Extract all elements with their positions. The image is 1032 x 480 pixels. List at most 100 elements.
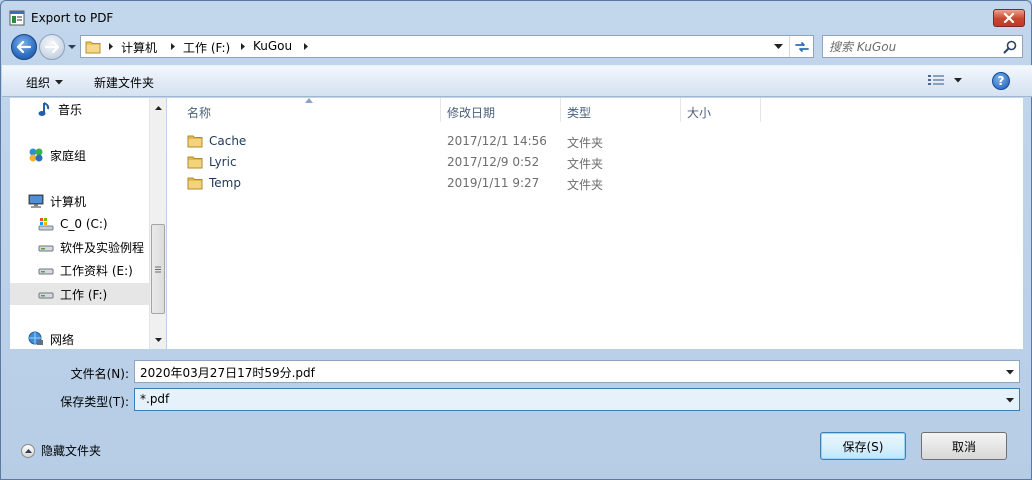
file-name-cell: Lyric: [187, 155, 237, 169]
close-icon: [1003, 13, 1015, 23]
breadcrumb-drive-f[interactable]: 工作 (F:): [183, 39, 230, 56]
window-title: Export to PDF: [31, 11, 114, 25]
cancel-button[interactable]: 取消: [921, 432, 1007, 460]
folder-icon: [187, 177, 203, 190]
nav-item-drive-f[interactable]: 工作 (F:): [10, 283, 150, 305]
file-name: Temp: [209, 176, 241, 190]
music-icon: [38, 102, 50, 116]
save-button[interactable]: 保存(S): [820, 432, 906, 460]
help-button[interactable]: ?: [992, 72, 1010, 90]
computer-icon: [28, 194, 44, 208]
folder-icon: [187, 156, 203, 169]
refresh-icon: [794, 41, 809, 52]
refresh-button[interactable]: [789, 36, 813, 57]
filename-value[interactable]: 2020年03月27日17时59分.pdf: [140, 364, 315, 381]
scroll-up-button[interactable]: [150, 100, 166, 116]
chevron-right-icon[interactable]: [303, 42, 309, 51]
file-date: 2019/1/11 9:27: [447, 176, 540, 190]
details-view-icon: [928, 75, 944, 85]
folder-icon: [187, 135, 203, 148]
back-button[interactable]: [11, 34, 37, 60]
nav-item-label: 音乐: [58, 102, 83, 117]
nav-item-drive-c[interactable]: C_0 (C:): [38, 215, 108, 233]
file-list: 名称 修改日期 类型 大小 Cache 2017/12/1 14:56 文件夹 …: [167, 98, 1023, 349]
nav-item-label: C_0 (C:): [60, 217, 108, 231]
file-name: Lyric: [209, 155, 237, 169]
breadcrumb-computer[interactable]: 计算机: [121, 39, 157, 56]
chevron-right-icon[interactable]: [170, 42, 176, 51]
nav-item-homegroup[interactable]: 家庭组: [28, 146, 86, 164]
folder-icon: [85, 41, 101, 54]
filetype-value[interactable]: *.pdf: [140, 392, 169, 406]
chevron-down-icon[interactable]: [1006, 398, 1014, 403]
hide-folders-toggle[interactable]: 隐藏文件夹: [21, 442, 101, 459]
file-date: 2017/12/9 0:52: [447, 155, 540, 169]
nav-item-label: 家庭组: [50, 148, 87, 163]
navigation-pane: 音乐 家庭组 计算机 C_0 (C:) 软件及实验例程 工作资料 (E:) 工作…: [10, 98, 150, 349]
file-row[interactable]: Cache 2017/12/1 14:56 文件夹: [167, 131, 787, 151]
change-view-button[interactable]: [928, 74, 962, 86]
nav-item-computer[interactable]: 计算机: [28, 192, 86, 210]
breadcrumb-kugou[interactable]: KuGou: [253, 39, 292, 53]
filename-label: 文件名(N):: [70, 367, 129, 381]
new-folder-button[interactable]: 新建文件夹: [94, 74, 154, 91]
file-name-cell: Cache: [187, 134, 246, 148]
column-header-size[interactable]: 大小: [681, 98, 761, 122]
help-icon: ?: [997, 74, 1005, 88]
nav-item-label: 软件及实验例程: [60, 240, 145, 255]
hide-folders-label: 隐藏文件夹: [41, 444, 102, 458]
drive-icon: [38, 245, 54, 252]
address-dropdown-icon[interactable]: [774, 44, 783, 50]
scroll-thumb[interactable]: [151, 224, 165, 314]
drive-icon: [38, 292, 54, 299]
address-bar[interactable]: 计算机 工作 (F:) KuGou: [80, 35, 814, 58]
file-name: Cache: [209, 134, 247, 148]
file-type: 文件夹: [567, 136, 604, 150]
title-bar: Export to PDF: [1, 1, 1031, 35]
nav-item-music[interactable]: 音乐: [38, 100, 82, 118]
search-input[interactable]: [829, 38, 999, 55]
drive-icon: [38, 268, 54, 275]
filename-combobox[interactable]: 2020年03月27日17时59分.pdf: [134, 360, 1020, 383]
chevron-down-icon: [55, 80, 64, 85]
column-header-name[interactable]: 名称: [181, 98, 441, 122]
file-type: 文件夹: [567, 178, 604, 192]
homegroup-icon: [29, 148, 43, 162]
command-toolbar: 组织 新建文件夹 ?: [2, 65, 1032, 97]
file-row[interactable]: Lyric 2017/12/9 0:52 文件夹: [167, 152, 787, 172]
chevron-down-icon: [154, 338, 162, 342]
file-type: 文件夹: [567, 157, 604, 171]
nav-item-label: 计算机: [50, 194, 87, 209]
nav-item-label: 网络: [50, 332, 75, 347]
file-row[interactable]: Temp 2019/1/11 9:27 文件夹: [167, 173, 787, 193]
app-icon: [9, 10, 25, 26]
network-icon: [28, 331, 43, 345]
nav-item-drive-software[interactable]: 软件及实验例程: [38, 238, 144, 256]
search-icon[interactable]: [1003, 40, 1017, 54]
scroll-down-button[interactable]: [150, 332, 166, 348]
nav-item-drive-e[interactable]: 工作资料 (E:): [38, 261, 133, 279]
arrow-right-icon: [45, 41, 59, 53]
search-box[interactable]: [822, 35, 1023, 58]
grip-icon: [155, 266, 161, 272]
chevron-right-icon[interactable]: [108, 42, 114, 51]
export-dialog: Export to PDF 计算机 工作 (F:) KuGou 搜索 KuGou…: [0, 0, 1032, 480]
arrow-left-icon: [17, 41, 31, 53]
forward-button[interactable]: [39, 34, 65, 60]
collapse-icon: [21, 443, 35, 458]
organize-menu-button[interactable]: 组织: [26, 74, 64, 91]
recent-pages-dropdown-icon[interactable]: [67, 43, 77, 51]
nav-item-network[interactable]: 网络: [28, 330, 74, 348]
chevron-right-icon[interactable]: [240, 42, 246, 51]
nav-pane-scrollbar[interactable]: [149, 98, 166, 349]
close-button[interactable]: [993, 9, 1025, 27]
column-header-type[interactable]: 类型: [561, 98, 681, 122]
file-date: 2017/12/1 14:56: [447, 134, 547, 148]
nav-item-label: 工作资料 (E:): [60, 263, 133, 278]
system-drive-icon: [38, 218, 54, 231]
nav-item-label: 工作 (F:): [60, 287, 108, 302]
chevron-down-icon[interactable]: [1006, 370, 1014, 375]
filetype-select[interactable]: *.pdf: [134, 388, 1020, 411]
column-header-date[interactable]: 修改日期: [441, 98, 561, 122]
filetype-label: 保存类型(T):: [60, 395, 129, 409]
